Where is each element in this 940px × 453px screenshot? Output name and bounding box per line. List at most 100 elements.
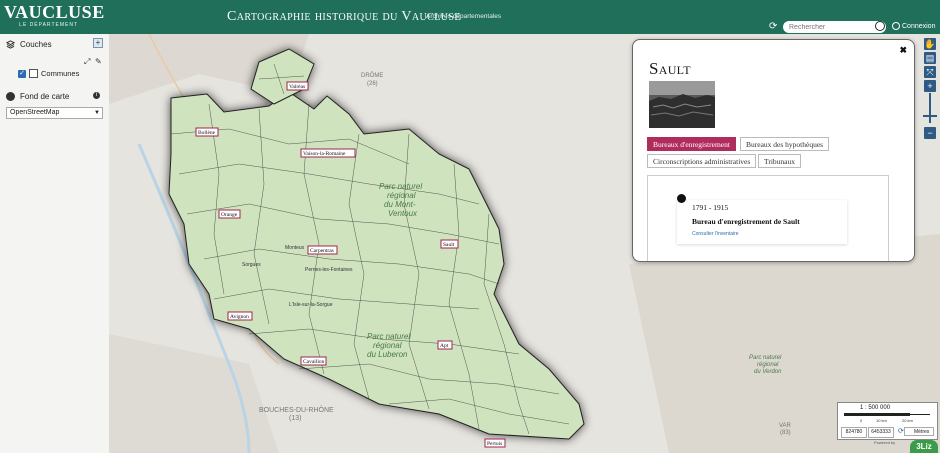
- town-photo[interactable]: [649, 81, 715, 128]
- bg-label: (26): [367, 81, 378, 87]
- layers-sidebar: Couches + ⤢ ✎ ✓ Communes Fond de carte i…: [0, 34, 110, 453]
- layers-icon: [6, 40, 15, 49]
- town-label-vaison[interactable]: Vaison-la-Romaine: [300, 148, 356, 158]
- refresh-coords-icon[interactable]: ⟳: [898, 427, 904, 435]
- timeline-dot: [677, 194, 686, 203]
- photo-graphic: [649, 81, 715, 128]
- place-label: Bollène: [198, 130, 216, 136]
- zoom-in-icon[interactable]: +: [924, 80, 936, 92]
- bg-label: Ventoux: [388, 209, 418, 218]
- scale-ratio: 1 : 500 000: [860, 405, 891, 411]
- popup-title: Sault: [649, 59, 691, 78]
- bg-label: L'Isle-sur-la-Sorgue: [289, 302, 333, 308]
- layer-visible-checkbox[interactable]: ✓: [18, 69, 26, 78]
- basemap-header: Fond de carte: [6, 92, 69, 101]
- bg-label: du Luberon: [367, 350, 408, 359]
- tab-bureaux-enregistrement[interactable]: Bureaux d'enregistrement: [647, 137, 736, 151]
- basemap-select[interactable]: OpenStreetMap ▼: [6, 107, 103, 119]
- scale-box: 1 : 500 000 0 10 km 20 km 824780 6453333…: [837, 402, 938, 440]
- zoom-slider[interactable]: [929, 93, 931, 123]
- basemap-selected: OpenStreetMap: [10, 109, 60, 116]
- record-title: Bureau d'enregistrement de Sault: [692, 217, 800, 226]
- basemap-title: Fond de carte: [20, 92, 70, 101]
- place-label: Vaison-la-Romaine: [303, 151, 346, 157]
- bg-label: Sorgues: [242, 262, 261, 268]
- chevron-down-icon: ▼: [94, 110, 100, 116]
- layer-select-checkbox[interactable]: [29, 69, 38, 78]
- bg-label: (83): [780, 430, 791, 436]
- bg-label: Pernes-les-Fontaines: [305, 267, 353, 273]
- layer-item-communes[interactable]: ✓ Communes: [18, 69, 79, 78]
- edit-icon[interactable]: ✎: [95, 57, 102, 66]
- tab-circonscriptions[interactable]: Circonscriptions administratives: [647, 154, 757, 168]
- search-input[interactable]: [789, 21, 869, 33]
- bg-label: régional: [387, 191, 416, 200]
- layers-title: Couches: [20, 40, 52, 49]
- coord-x: 824780: [841, 427, 867, 438]
- vaucluse-logo[interactable]: VAUCLUSE LE DÉPARTEMENT: [4, 2, 105, 31]
- logo-subtext: LE DÉPARTEMENT: [19, 22, 78, 28]
- town-label-valreas[interactable]: Valréas: [286, 81, 309, 91]
- search-icon[interactable]: [875, 21, 885, 31]
- logo-text: VAUCLUSE: [4, 2, 105, 22]
- bg-label: Parc naturel: [749, 355, 782, 361]
- pan-tool-icon[interactable]: ✋: [924, 38, 936, 50]
- bg-label: DRÔME: [361, 72, 383, 79]
- scale-tick: 20 km: [902, 418, 913, 423]
- search-box: [783, 21, 886, 33]
- town-label-orange[interactable]: Orange: [218, 209, 241, 219]
- tab-bureaux-hypotheques[interactable]: Bureaux des hypothèques: [740, 137, 830, 151]
- town-label-sault[interactable]: Sault: [440, 239, 459, 249]
- town-label-cavaillon[interactable]: Cavaillon: [300, 356, 327, 366]
- close-icon[interactable]: ✖: [899, 45, 907, 56]
- zoom-extent-icon[interactable]: ⤧: [924, 66, 936, 78]
- info-icon[interactable]: i: [93, 92, 100, 99]
- app-subtitle: Archives départementales: [426, 13, 502, 20]
- layers-header: Couches: [6, 40, 52, 49]
- record-years: 1791 - 1915: [692, 203, 729, 212]
- bg-label: régional: [757, 362, 779, 368]
- login-button[interactable]: Connexion: [892, 22, 935, 30]
- coord-y: 6453333: [868, 427, 894, 438]
- inventory-link[interactable]: Consulter l'inventaire: [692, 231, 739, 237]
- place-label: Valréas: [289, 84, 305, 90]
- place-label: Carpentras: [310, 248, 334, 254]
- place-label: Avignon: [230, 314, 249, 320]
- layers-tool-icon[interactable]: ▤: [924, 52, 936, 64]
- zoom-slider-handle[interactable]: [923, 115, 937, 117]
- bg-label: du Mont-: [384, 200, 416, 209]
- bg-label: du Verdon: [754, 369, 782, 375]
- town-label-bollene[interactable]: Bollène: [195, 127, 219, 137]
- app-header: VAUCLUSE LE DÉPARTEMENT Cartographie his…: [0, 0, 940, 34]
- bg-label: VAR: [779, 423, 792, 429]
- layer-label: Communes: [41, 69, 80, 78]
- globe-icon: [6, 92, 15, 101]
- bg-label: Monteux: [285, 245, 305, 251]
- place-label: Orange: [221, 212, 238, 218]
- bg-label: régional: [373, 341, 402, 350]
- town-label-avignon[interactable]: Avignon: [227, 311, 253, 321]
- scale-bar-secondary: [910, 414, 930, 415]
- place-label: Sault: [443, 242, 455, 248]
- bg-label: (13): [289, 415, 301, 422]
- unit-select[interactable]: Mètres: [904, 427, 934, 436]
- scale-bar: [844, 413, 910, 416]
- tab-tribunaux[interactable]: Tribunaux: [758, 154, 801, 168]
- scale-tick: 0: [860, 418, 863, 423]
- bg-label: Parc naturel: [367, 332, 410, 341]
- place-label: Apt: [440, 343, 449, 349]
- lizmap-logo[interactable]: 3Liz: [910, 440, 938, 453]
- refresh-icon[interactable]: ⟳: [769, 21, 777, 32]
- power-icon: [892, 22, 900, 30]
- town-label-apt[interactable]: Apt: [437, 340, 453, 350]
- collapse-sidebar-button[interactable]: +: [93, 38, 103, 48]
- feature-popup: ✖ Sault Bureaux d'enregistrement Bureaux…: [632, 39, 915, 262]
- bg-label: Parc naturel: [379, 182, 422, 191]
- town-label-pertuis[interactable]: Pertuis: [484, 438, 506, 448]
- zoom-out-icon[interactable]: −: [924, 127, 936, 139]
- expand-icon[interactable]: ⤢: [84, 57, 90, 67]
- place-label: Cavaillon: [303, 359, 325, 365]
- place-label: Pertuis: [487, 441, 502, 447]
- powered-by: Powered by: [874, 440, 896, 445]
- town-label-carpentras[interactable]: Carpentras: [307, 245, 338, 255]
